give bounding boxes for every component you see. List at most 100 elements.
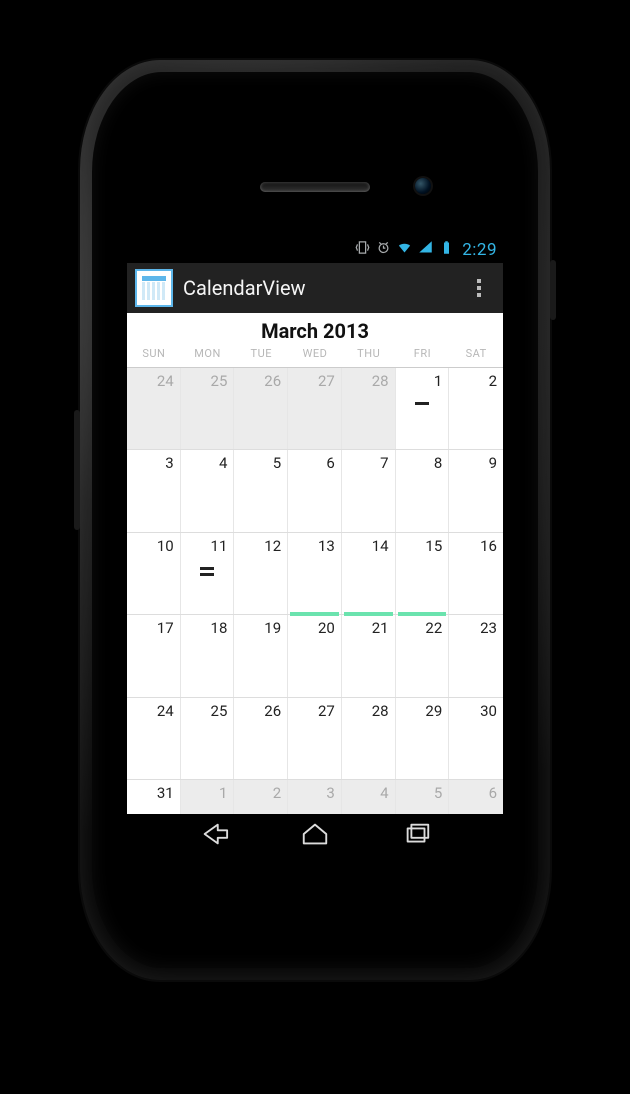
calendar-day[interactable]: 5 xyxy=(234,450,288,531)
earpiece xyxy=(260,182,370,192)
overflow-menu-button[interactable] xyxy=(465,263,493,313)
month-title: March 2013 xyxy=(127,313,503,345)
calendar-day[interactable]: 11 xyxy=(181,533,235,614)
calendar-day[interactable]: 30 xyxy=(449,698,503,779)
day-header: FRI xyxy=(396,345,450,367)
day-number: 29 xyxy=(425,702,442,720)
back-button[interactable] xyxy=(199,819,229,853)
day-header: SUN xyxy=(127,345,181,367)
calendar-day[interactable]: 22 xyxy=(396,615,450,696)
calendar-day[interactable]: 1 xyxy=(396,368,450,449)
calendar-day[interactable]: 2 xyxy=(449,368,503,449)
screen: 2:29 CalendarView March 2013 SUNMONTUEWE… xyxy=(127,237,503,858)
calendar-day[interactable]: 15 xyxy=(396,533,450,614)
calendar-day[interactable]: 7 xyxy=(342,450,396,531)
calendar-week: 24 25 26 27 28 1 2 xyxy=(127,368,503,450)
calendar-day[interactable]: 25 xyxy=(181,698,235,779)
calendar-day[interactable]: 12 xyxy=(234,533,288,614)
calendar-day[interactable]: 31 xyxy=(127,780,181,814)
day-number: 24 xyxy=(157,372,174,390)
day-number: 1 xyxy=(434,372,442,390)
day-number: 28 xyxy=(372,702,389,720)
calendar-day[interactable]: 5 xyxy=(396,780,450,814)
calendar-day[interactable]: 3 xyxy=(288,780,342,814)
calendar-day[interactable]: 18 xyxy=(181,615,235,696)
day-number: 16 xyxy=(480,537,497,555)
app-icon[interactable] xyxy=(135,269,173,307)
day-number: 6 xyxy=(489,784,497,802)
status-clock: 2:29 xyxy=(462,240,497,260)
day-header: TUE xyxy=(234,345,288,367)
day-number: 4 xyxy=(380,784,388,802)
day-number: 28 xyxy=(372,372,389,390)
selection-bar xyxy=(344,612,393,616)
calendar-day[interactable]: 4 xyxy=(342,780,396,814)
calendar-week: 3 4 5 6 7 89 xyxy=(127,450,503,532)
day-number: 20 xyxy=(318,619,335,637)
calendar-day[interactable]: 6 xyxy=(449,780,503,814)
day-number: 14 xyxy=(372,537,389,555)
day-number: 6 xyxy=(326,454,334,472)
calendar-day[interactable]: 9 xyxy=(449,450,503,531)
phone-frame: 2:29 CalendarView March 2013 SUNMONTUEWE… xyxy=(80,60,550,980)
event-indicator xyxy=(415,402,429,405)
day-number: 8 xyxy=(434,454,442,472)
day-header: THU xyxy=(342,345,396,367)
calendar-day[interactable]: 26 xyxy=(234,368,288,449)
calendar-day[interactable]: 3 xyxy=(127,450,181,531)
calendar-day[interactable]: 21 xyxy=(342,615,396,696)
calendar-week: 31 12 3 45 6 xyxy=(127,780,503,814)
day-number: 21 xyxy=(372,619,389,637)
home-button[interactable] xyxy=(300,819,330,853)
phone-bezel: 2:29 CalendarView March 2013 SUNMONTUEWE… xyxy=(92,72,538,968)
calendar-day[interactable]: 6 xyxy=(288,450,342,531)
calendar-day[interactable]: 2 xyxy=(234,780,288,814)
day-header: WED xyxy=(288,345,342,367)
calendar-grid[interactable]: 2425262728123456789101112131415161718192… xyxy=(127,368,503,814)
day-number: 31 xyxy=(157,784,174,802)
calendar-day[interactable]: 16 xyxy=(449,533,503,614)
calendar-day[interactable]: 24 xyxy=(127,698,181,779)
calendar-day[interactable]: 28 xyxy=(342,698,396,779)
calendar-day[interactable]: 27 xyxy=(288,368,342,449)
day-number: 26 xyxy=(264,702,281,720)
day-number: 17 xyxy=(157,619,174,637)
calendar-day[interactable]: 29 xyxy=(396,698,450,779)
calendar-day[interactable]: 24 xyxy=(127,368,181,449)
front-camera xyxy=(415,178,431,194)
day-number: 22 xyxy=(425,619,442,637)
day-number: 27 xyxy=(318,372,335,390)
day-number: 15 xyxy=(425,537,442,555)
calendar-day[interactable]: 4 xyxy=(181,450,235,531)
vibrate-icon xyxy=(355,240,370,260)
day-number: 7 xyxy=(380,454,388,472)
calendar-day[interactable]: 13 xyxy=(288,533,342,614)
calendar-day[interactable]: 17 xyxy=(127,615,181,696)
day-of-week-header: SUNMONTUEWEDTHUFRISAT xyxy=(127,345,503,368)
day-number: 30 xyxy=(480,702,497,720)
calendar-week: 2425 26 27 28 29 30 xyxy=(127,698,503,780)
day-number: 11 xyxy=(211,537,228,555)
day-number: 3 xyxy=(326,784,334,802)
calendar-day[interactable]: 10 xyxy=(127,533,181,614)
calendar-day[interactable]: 23 xyxy=(449,615,503,696)
signal-icon xyxy=(418,240,433,260)
calendar-day[interactable]: 25 xyxy=(181,368,235,449)
calendar-day[interactable]: 20 xyxy=(288,615,342,696)
day-number: 10 xyxy=(157,537,174,555)
day-header: MON xyxy=(181,345,235,367)
recent-apps-button[interactable] xyxy=(402,819,432,853)
calendar-day[interactable]: 28 xyxy=(342,368,396,449)
day-number: 23 xyxy=(480,619,497,637)
alarm-icon xyxy=(376,240,391,260)
calendar-day[interactable]: 1 xyxy=(181,780,235,814)
calendar-day[interactable]: 14 xyxy=(342,533,396,614)
day-number: 5 xyxy=(273,454,281,472)
day-number: 25 xyxy=(211,372,228,390)
day-number: 4 xyxy=(219,454,227,472)
calendar-day[interactable]: 27 xyxy=(288,698,342,779)
calendar-day[interactable]: 26 xyxy=(234,698,288,779)
calendar-day[interactable]: 19 xyxy=(234,615,288,696)
day-number: 2 xyxy=(489,372,497,390)
calendar-day[interactable]: 8 xyxy=(396,450,450,531)
